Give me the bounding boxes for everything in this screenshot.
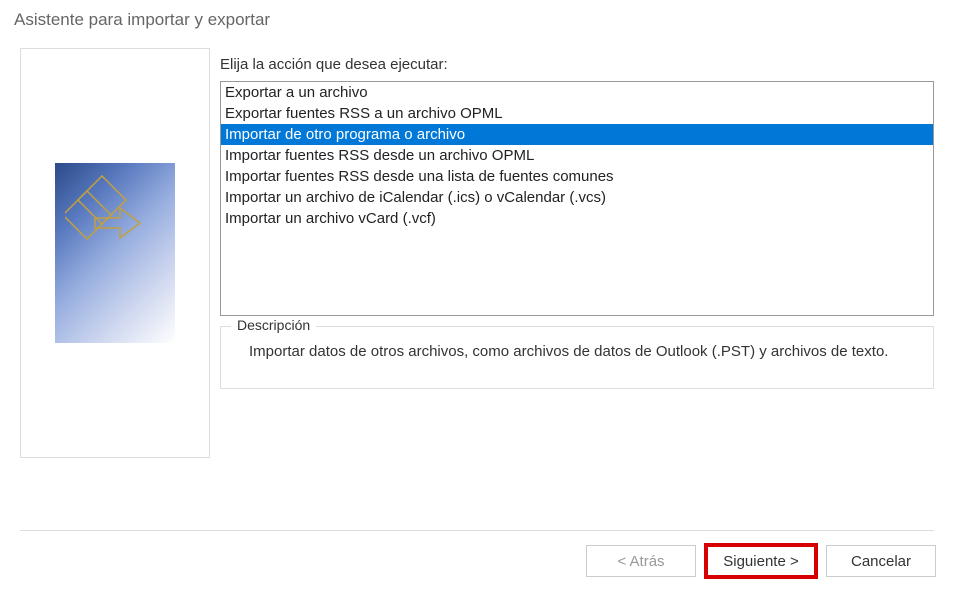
wizard-image-panel — [20, 48, 210, 458]
next-button[interactable]: Siguiente > — [706, 545, 816, 577]
list-item[interactable]: Importar un archivo vCard (.vcf) — [221, 208, 933, 229]
arrow-diamond-icon — [65, 173, 165, 273]
wizard-content: Elija la acción que desea ejecutar: Expo… — [0, 38, 954, 458]
wizard-main-panel: Elija la acción que desea ejecutar: Expo… — [220, 48, 934, 458]
action-prompt-label: Elija la acción que desea ejecutar: — [220, 56, 934, 73]
window-title: Asistente para importar y exportar — [0, 0, 954, 38]
list-item[interactable]: Importar de otro programa o archivo — [221, 124, 933, 145]
list-item[interactable]: Importar un archivo de iCalendar (.ics) … — [221, 187, 933, 208]
action-listbox[interactable]: Exportar a un archivoExportar fuentes RS… — [220, 81, 934, 316]
list-item[interactable]: Exportar fuentes RSS a un archivo OPML — [221, 103, 933, 124]
description-group: Descripción Importar datos de otros arch… — [220, 326, 934, 389]
list-item[interactable]: Importar fuentes RSS desde una lista de … — [221, 166, 933, 187]
wizard-footer: < Atrás Siguiente > Cancelar — [586, 545, 936, 577]
list-item[interactable]: Importar fuentes RSS desde un archivo OP… — [221, 145, 933, 166]
list-item[interactable]: Exportar a un archivo — [221, 82, 933, 103]
cancel-button[interactable]: Cancelar — [826, 545, 936, 577]
description-text: Importar datos de otros archivos, como a… — [239, 341, 915, 364]
description-legend: Descripción — [231, 317, 316, 333]
wizard-graphic — [55, 163, 175, 343]
back-button[interactable]: < Atrás — [586, 545, 696, 577]
footer-separator — [20, 530, 934, 531]
